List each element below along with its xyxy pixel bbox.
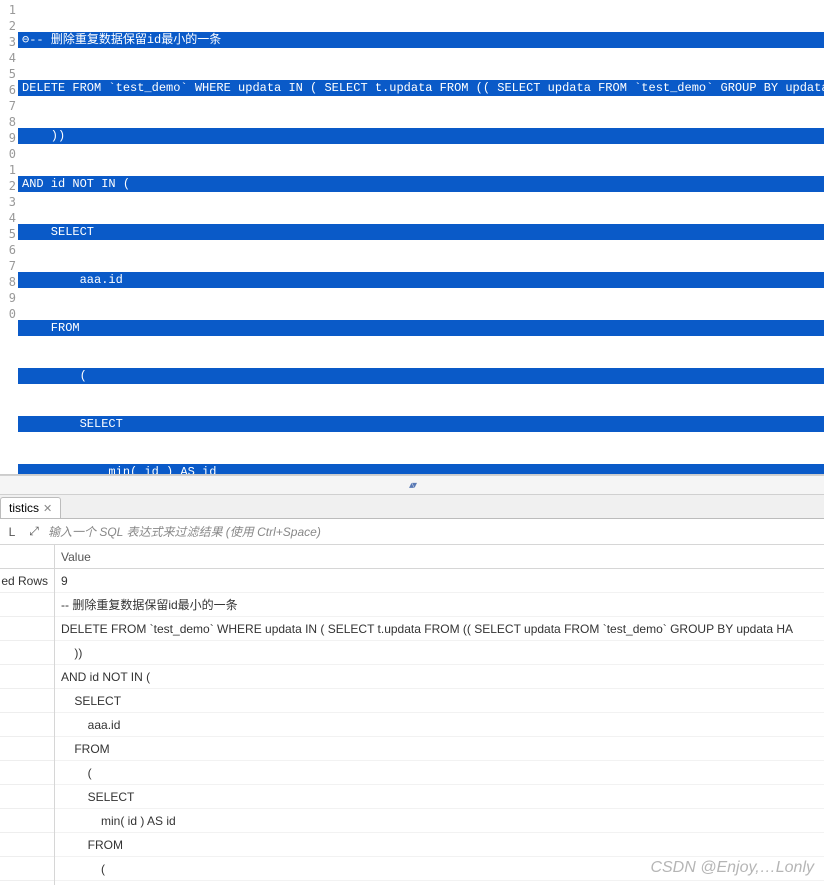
table-row[interactable]: aaa.id bbox=[55, 713, 824, 737]
row-label bbox=[0, 785, 54, 809]
row-label bbox=[0, 665, 54, 689]
line-num: 9 bbox=[0, 290, 18, 306]
chevron-up-down-icon: ▴▾ bbox=[409, 480, 415, 491]
line-gutter: 1 2 3 4 5 6 7 8 9 0 1 2 3 4 5 6 7 8 9 0 bbox=[0, 0, 18, 474]
row-label bbox=[0, 809, 54, 833]
code-line[interactable]: SELECT bbox=[18, 224, 824, 240]
code-line[interactable]: FROM bbox=[18, 320, 824, 336]
line-num: 3 bbox=[0, 194, 18, 210]
row-label bbox=[0, 857, 54, 881]
row-label bbox=[0, 713, 54, 737]
line-num: 7 bbox=[0, 258, 18, 274]
code-line[interactable]: DELETE FROM `test_demo` WHERE updata IN … bbox=[18, 80, 824, 96]
code-line[interactable]: )) bbox=[18, 128, 824, 144]
table-row[interactable]: SELECT bbox=[55, 689, 824, 713]
line-num: 6 bbox=[0, 242, 18, 258]
line-num: 5 bbox=[0, 226, 18, 242]
code-line[interactable]: ⊖-- 删除重复数据保留id最小的一条 bbox=[18, 32, 824, 48]
line-num: 2 bbox=[0, 18, 18, 34]
panel-divider[interactable]: ▴▾ bbox=[0, 475, 824, 495]
code-line[interactable]: SELECT bbox=[18, 416, 824, 432]
code-line[interactable]: min( id ) AS id bbox=[18, 464, 824, 474]
line-num: 8 bbox=[0, 274, 18, 290]
table-row[interactable]: ( bbox=[55, 857, 824, 881]
execute-sql-button[interactable]: L bbox=[4, 524, 20, 540]
tab-label: tistics bbox=[9, 501, 39, 515]
line-num: 5 bbox=[0, 66, 18, 82]
row-label bbox=[0, 737, 54, 761]
code-line[interactable]: aaa.id bbox=[18, 272, 824, 288]
line-num: 0 bbox=[0, 146, 18, 162]
table-row[interactable]: ( bbox=[55, 761, 824, 785]
tab-statistics[interactable]: tistics ✕ bbox=[0, 497, 61, 518]
table-row[interactable]: )) bbox=[55, 641, 824, 665]
table-row[interactable]: min( id ) AS id bbox=[55, 809, 824, 833]
table-row[interactable]: FROM bbox=[55, 833, 824, 857]
results-tabbar: tistics ✕ bbox=[0, 495, 824, 519]
sql-editor[interactable]: 1 2 3 4 5 6 7 8 9 0 1 2 3 4 5 6 7 8 9 0 … bbox=[0, 0, 824, 475]
results-value-col: Value 9 -- 删除重复数据保留id最小的一条 DELETE FROM `… bbox=[55, 545, 824, 885]
line-num: 9 bbox=[0, 130, 18, 146]
line-num: 6 bbox=[0, 82, 18, 98]
column-header-value[interactable]: Value bbox=[55, 545, 824, 569]
code-line[interactable]: ( bbox=[18, 368, 824, 384]
line-num: 3 bbox=[0, 34, 18, 50]
row-label bbox=[0, 689, 54, 713]
line-num: 2 bbox=[0, 178, 18, 194]
filter-input[interactable]: 输入一个 SQL 表达式来过滤结果 (使用 Ctrl+Space) bbox=[48, 523, 820, 540]
row-label bbox=[0, 593, 54, 617]
table-row[interactable]: SELECT bbox=[55, 785, 824, 809]
close-icon[interactable]: ✕ bbox=[43, 502, 52, 515]
line-num: 8 bbox=[0, 114, 18, 130]
line-num: 7 bbox=[0, 98, 18, 114]
table-row[interactable]: SELECT bbox=[55, 881, 824, 885]
table-row[interactable]: FROM bbox=[55, 737, 824, 761]
table-row[interactable]: DELETE FROM `test_demo` WHERE updata IN … bbox=[55, 617, 824, 641]
row-label: ed Rows bbox=[0, 569, 54, 593]
table-row[interactable]: 9 bbox=[55, 569, 824, 593]
line-num: 1 bbox=[0, 2, 18, 18]
code-line[interactable]: AND id NOT IN ( bbox=[18, 176, 824, 192]
row-label bbox=[0, 617, 54, 641]
row-label bbox=[0, 833, 54, 857]
line-num: 0 bbox=[0, 306, 18, 322]
column-header[interactable] bbox=[0, 545, 54, 569]
results-row-header-col: ed Rows bbox=[0, 545, 55, 885]
results-grid: ed Rows Value 9 -- 删除重复数据保留id最小的一条 DELET… bbox=[0, 545, 824, 885]
row-label bbox=[0, 761, 54, 785]
code-area[interactable]: ⊖-- 删除重复数据保留id最小的一条 DELETE FROM `test_de… bbox=[18, 0, 824, 474]
expand-icon[interactable]: ⤢ bbox=[26, 524, 42, 540]
filter-bar: L ⤢ 输入一个 SQL 表达式来过滤结果 (使用 Ctrl+Space) bbox=[0, 519, 824, 545]
table-row[interactable]: -- 删除重复数据保留id最小的一条 bbox=[55, 593, 824, 617]
line-num: 1 bbox=[0, 162, 18, 178]
row-label bbox=[0, 641, 54, 665]
line-num: 4 bbox=[0, 50, 18, 66]
line-num: 4 bbox=[0, 210, 18, 226]
table-row[interactable]: AND id NOT IN ( bbox=[55, 665, 824, 689]
